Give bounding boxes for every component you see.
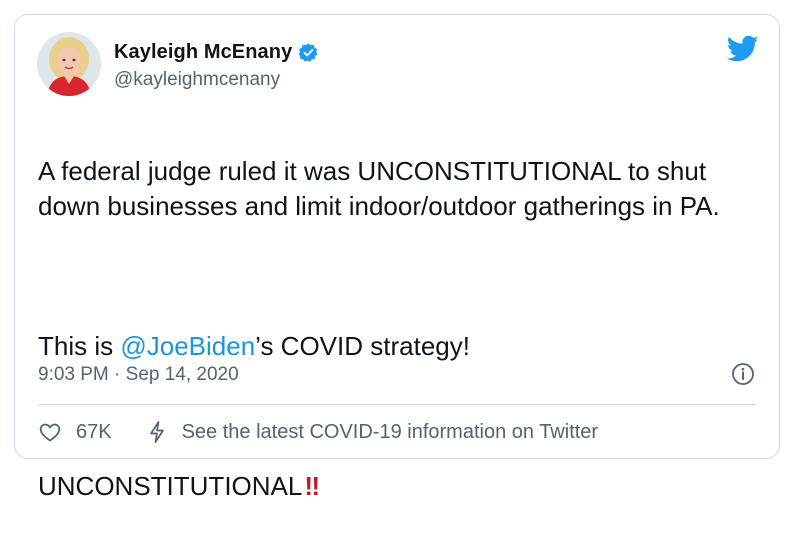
tweet-text-line1: A federal judge ruled it was UNCONSTITUT… bbox=[38, 156, 720, 221]
divider bbox=[38, 404, 756, 405]
tweet-card[interactable]: Kayleigh McEnany @kayleighmcenany A fede… bbox=[14, 14, 780, 501]
double-exclamation-emoji: ‼ bbox=[304, 471, 320, 501]
info-icon[interactable] bbox=[731, 362, 755, 386]
author-handle[interactable]: @kayleighmcenany bbox=[114, 69, 280, 91]
mention-link[interactable]: @JoeBiden bbox=[120, 331, 255, 361]
avatar[interactable] bbox=[37, 32, 101, 96]
covid-info-link[interactable]: See the latest COVID-19 information on T… bbox=[182, 421, 599, 444]
tweet-timestamp[interactable]: 9:03 PM · Sep 14, 2020 bbox=[38, 364, 239, 386]
like-count[interactable]: 67K bbox=[76, 421, 112, 444]
heart-icon[interactable] bbox=[38, 420, 62, 444]
author-name-row[interactable]: Kayleigh McEnany bbox=[114, 37, 319, 67]
tweet-text-line2: This is @JoeBiden’s COVID strategy! bbox=[38, 329, 758, 364]
twitter-bird-icon[interactable] bbox=[726, 35, 759, 63]
tweet-text-line2-suffix: ’s COVID strategy! bbox=[255, 331, 470, 361]
tweet-text-line3: UNCONSTITUTIONAL‼ bbox=[38, 469, 758, 504]
lightning-icon bbox=[146, 420, 168, 444]
tweet-text-line3-word: UNCONSTITUTIONAL bbox=[38, 471, 303, 501]
tweet-text: A federal judge ruled it was UNCONSTITUT… bbox=[38, 119, 758, 539]
action-row: 67K See the latest COVID-19 information … bbox=[38, 417, 598, 447]
avatar-image bbox=[37, 32, 101, 96]
display-name[interactable]: Kayleigh McEnany bbox=[114, 41, 292, 64]
tweet-text-line2-prefix: This is bbox=[38, 331, 121, 361]
verified-badge-icon bbox=[298, 42, 319, 63]
